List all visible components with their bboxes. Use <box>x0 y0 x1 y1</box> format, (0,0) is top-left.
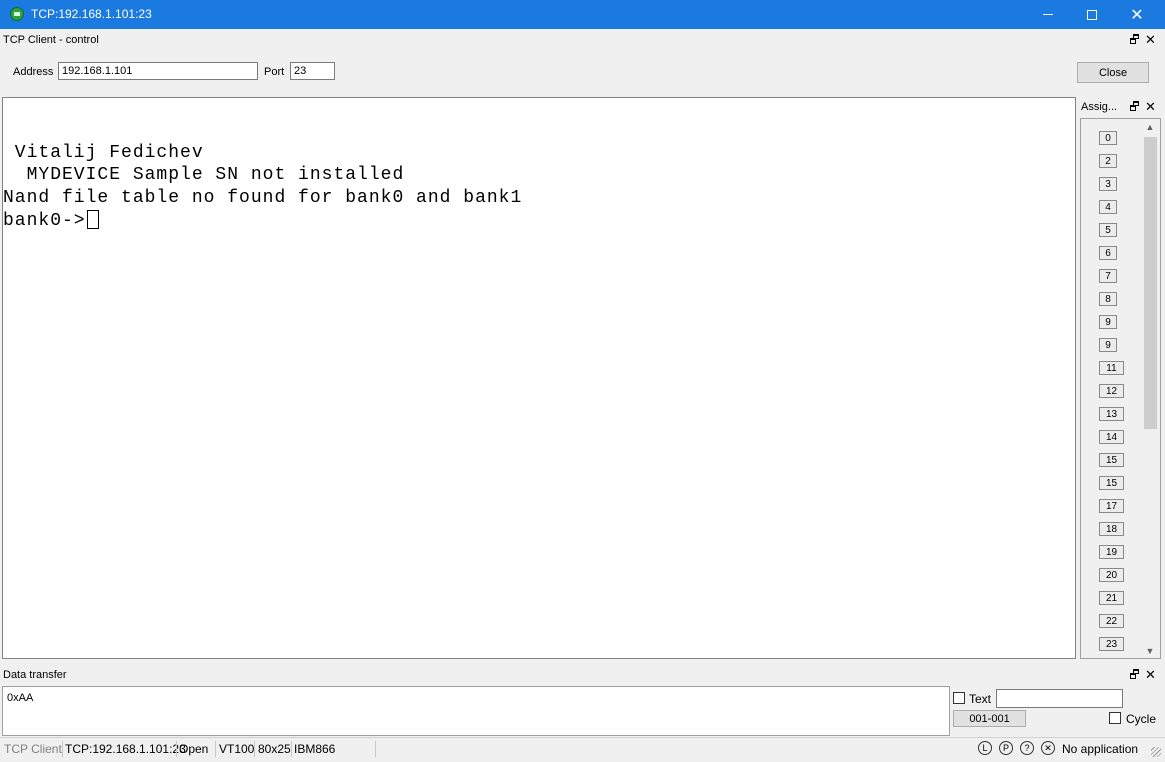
assign-panel-title: Assig... <box>1081 101 1118 113</box>
assign-key[interactable]: 18 <box>1099 522 1124 536</box>
text-checkbox-label: Text <box>969 692 992 706</box>
assign-key[interactable]: 12 <box>1099 384 1124 398</box>
float-panel-icon[interactable] <box>1130 669 1140 679</box>
status-bar: TCP Client TCP:192.168.1.101:23 Open VT1… <box>0 737 1165 762</box>
terminal-line: Vitalij Fedichev <box>3 143 204 163</box>
float-panel-icon[interactable] <box>1130 101 1140 111</box>
close-panel-icon[interactable]: ✕ <box>1145 32 1156 48</box>
terminal-screen[interactable]: Vitalij Fedichev MYDEVICE Sample SN not … <box>2 97 1076 659</box>
assign-key[interactable]: 17 <box>1099 499 1124 513</box>
counter-button[interactable]: 001-001 <box>953 710 1026 727</box>
assign-panel-header: Assig... ✕ <box>1079 97 1161 117</box>
assign-key[interactable]: 21 <box>1099 591 1124 605</box>
connection-toolbar: Address Port Close <box>0 52 1165 97</box>
maximize-button[interactable] <box>1069 0 1115 29</box>
assign-key[interactable]: 23 <box>1099 637 1124 651</box>
window-title: TCP:192.168.1.101:23 <box>31 7 152 21</box>
text-checkbox[interactable] <box>953 692 965 704</box>
close-panel-icon[interactable]: ✕ <box>1145 99 1156 115</box>
assign-key[interactable]: 15 <box>1099 476 1124 490</box>
assign-key[interactable]: 19 <box>1099 545 1124 559</box>
terminal-prompt: bank0-> <box>3 211 86 231</box>
data-transfer-input[interactable]: 0xAA <box>2 686 950 736</box>
assign-key[interactable]: 13 <box>1099 407 1124 421</box>
assign-key[interactable]: 7 <box>1099 269 1117 283</box>
assign-key[interactable]: 8 <box>1099 292 1117 306</box>
close-window-button[interactable]: ✕ <box>1114 0 1160 29</box>
assign-key[interactable]: 3 <box>1099 177 1117 191</box>
control-panel-title: TCP Client - control <box>3 34 99 46</box>
status-separator <box>375 741 376 757</box>
minimize-icon <box>1043 14 1053 15</box>
status-size: 80x25 <box>258 742 291 756</box>
scroll-thumb[interactable] <box>1144 137 1157 429</box>
data-transfer-header: Data transfer ✕ <box>0 665 1165 685</box>
app-icon <box>10 7 24 21</box>
assign-key[interactable]: 20 <box>1099 568 1124 582</box>
address-label: Address <box>13 66 54 78</box>
x-circle-icon[interactable]: ✕ <box>1041 741 1055 755</box>
status-mode: TCP Client <box>4 742 62 756</box>
assign-key[interactable]: 4 <box>1099 200 1117 214</box>
close-icon: ✕ <box>1130 6 1144 24</box>
maximize-icon <box>1087 9 1097 20</box>
status-connection: TCP:192.168.1.101:23 <box>65 742 186 756</box>
minimize-button[interactable] <box>1025 0 1071 29</box>
status-charset: IBM866 <box>294 742 336 756</box>
close-connection-button[interactable]: Close <box>1077 62 1149 83</box>
assign-key[interactable]: 9 <box>1099 315 1117 329</box>
terminal-line: Nand file table no found for bank0 and b… <box>3 188 523 208</box>
status-emulation: VT100 <box>219 742 255 756</box>
assign-key[interactable]: 5 <box>1099 223 1117 237</box>
background-window-edge <box>1160 102 1165 172</box>
l-circle-icon[interactable]: L <box>978 741 992 755</box>
port-input[interactable] <box>290 62 335 80</box>
terminal-cursor <box>86 210 99 229</box>
terminal-prompt-line: bank0-> <box>3 210 99 231</box>
cycle-checkbox-label: Cycle <box>1126 712 1157 726</box>
assign-key[interactable]: 11 <box>1099 361 1124 375</box>
scroll-up-icon[interactable]: ▲ <box>1145 122 1155 132</box>
window-titlebar[interactable]: TCP:192.168.1.101:23 ✕ <box>0 0 1165 29</box>
assign-key[interactable]: 14 <box>1099 430 1124 444</box>
assign-key[interactable]: 22 <box>1099 614 1124 628</box>
status-application: No application <box>1062 742 1139 756</box>
port-label: Port <box>264 66 285 78</box>
terminal-line: MYDEVICE Sample SN not installed <box>3 165 405 185</box>
control-panel-header: TCP Client - control ✕ <box>0 30 1165 50</box>
help-circle-icon[interactable]: ? <box>1020 741 1034 755</box>
data-transfer-title: Data transfer <box>3 669 67 681</box>
p-circle-icon[interactable]: P <box>999 741 1013 755</box>
assign-key[interactable]: 9 <box>1099 338 1117 352</box>
cycle-checkbox[interactable] <box>1109 712 1121 724</box>
resize-grip-icon[interactable] <box>1151 747 1161 757</box>
scroll-down-icon[interactable]: ▼ <box>1145 646 1155 656</box>
assign-key[interactable]: 0 <box>1099 131 1117 145</box>
assign-key[interactable]: 2 <box>1099 154 1117 168</box>
close-panel-icon[interactable]: ✕ <box>1145 667 1156 683</box>
assign-key[interactable]: 15 <box>1099 453 1124 467</box>
float-panel-icon[interactable] <box>1130 34 1140 44</box>
assign-key[interactable]: 6 <box>1099 246 1117 260</box>
status-state: Open <box>179 742 209 756</box>
text-input[interactable] <box>996 689 1123 708</box>
assign-scrollbar[interactable]: ▲ ▼ <box>1142 119 1159 658</box>
address-input[interactable] <box>58 62 258 80</box>
